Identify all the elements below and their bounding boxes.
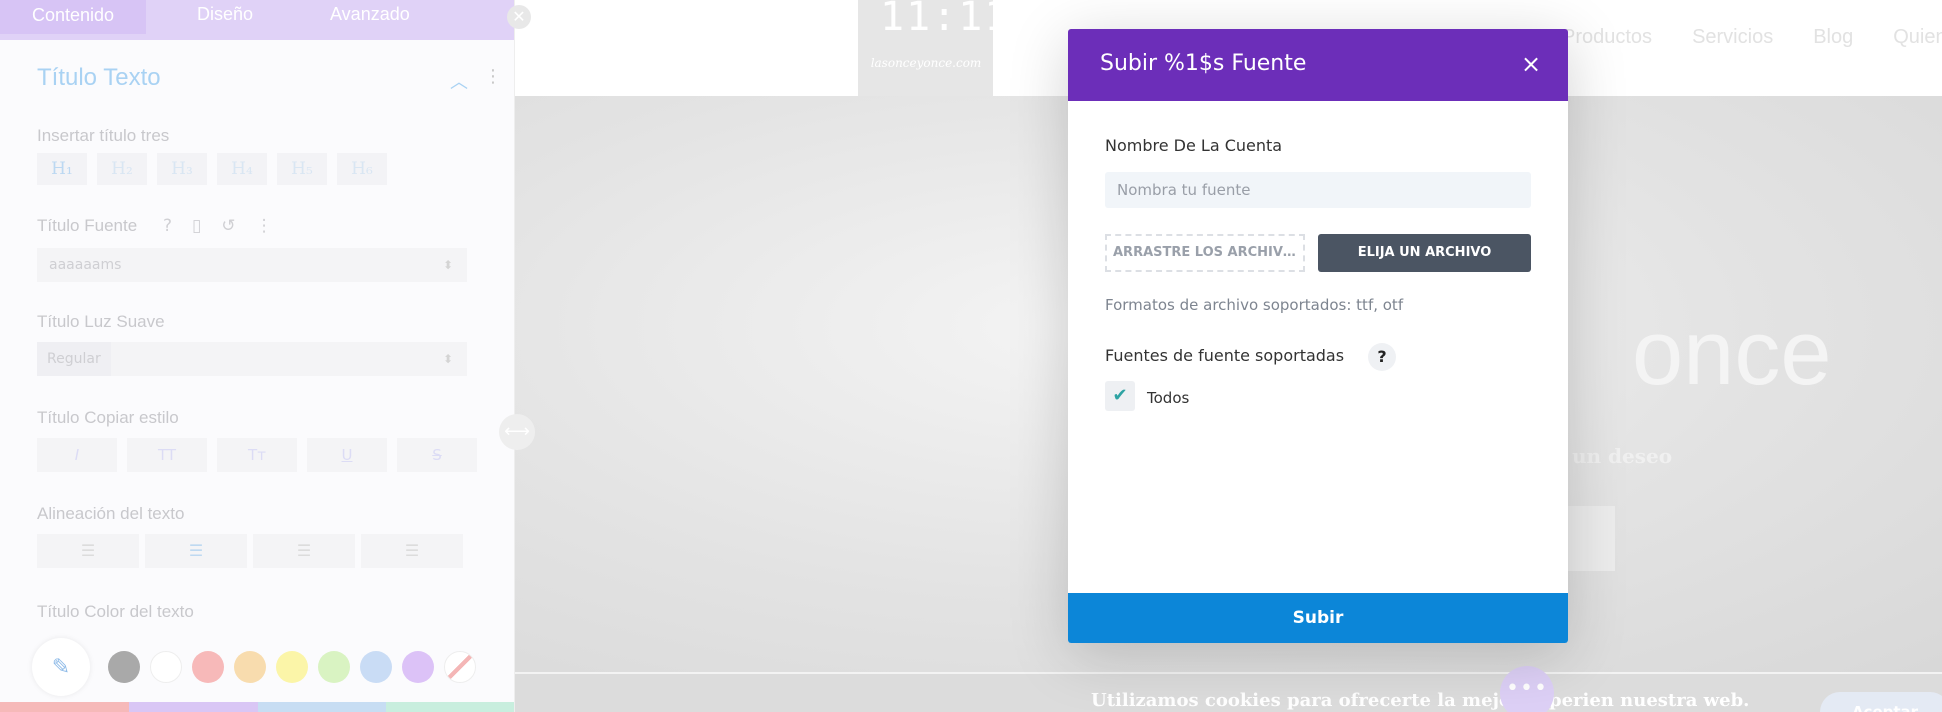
align-justify-icon[interactable]: ☰ (361, 534, 463, 568)
footer-strip-green[interactable] (386, 702, 514, 712)
hero-title: once (1632, 302, 1832, 404)
cookie-bar: Utilizamos cookies para ofrecerte la mej… (515, 672, 1942, 712)
heading-level-buttons: H₁ H₂ H₃ H₄ H₅ H₆ (37, 153, 387, 185)
checkbox-todos[interactable]: ✔ (1105, 381, 1135, 411)
weight-select-value: Regular (37, 342, 111, 376)
footer-strip-blue[interactable] (257, 702, 387, 712)
align-center-icon[interactable]: ☰ (145, 534, 247, 568)
modal-title: Subir %1$s Fuente (1100, 51, 1307, 76)
nav-item-quienes[interactable]: Quiene (1893, 26, 1942, 49)
check-icon: ✔ (1112, 385, 1128, 406)
heading-button-h5[interactable]: H₅ (277, 153, 327, 185)
logo-text: lasonceyonce.com (870, 56, 982, 70)
swatch-yellow[interactable] (276, 651, 308, 683)
settings-panel: Contenido Diseño Avanzado Título Texto ︿… (0, 0, 515, 712)
modal-header: Subir %1$s Fuente × (1068, 29, 1568, 101)
more-options-icon[interactable]: ⋮ (256, 216, 273, 236)
logo-mark: 11:11 (880, 0, 1011, 40)
panel-footer-strip (0, 702, 514, 712)
font-select[interactable]: aaaaaams ⬍ (37, 248, 467, 282)
heading-button-h1[interactable]: H₁ (37, 153, 87, 185)
footer-strip-purple[interactable] (128, 702, 258, 712)
swatch-blue[interactable] (360, 651, 392, 683)
weight-label: Título Luz Suave (37, 312, 165, 331)
italic-button[interactable]: I (37, 438, 117, 472)
tab-avanzado[interactable]: Avanzado (330, 4, 410, 25)
nav-item-productos[interactable]: Productos (1562, 26, 1652, 49)
color-swatches: ✎ (32, 638, 476, 696)
uppercase-button[interactable]: TT (127, 438, 207, 472)
font-label: Título Fuente (37, 216, 138, 235)
align-right-icon[interactable]: ☰ (253, 534, 355, 568)
checkbox-todos-label[interactable]: Todos (1147, 389, 1189, 407)
panel-tabs: Contenido Diseño Avanzado (0, 0, 514, 40)
choose-file-button[interactable]: ELIJA UN ARCHIVO (1318, 234, 1531, 272)
cookie-text: Utilizamos cookies para ofrecerte la mej… (1091, 690, 1750, 711)
font-name-input[interactable] (1105, 172, 1531, 208)
heading-button-h6[interactable]: H₆ (337, 153, 387, 185)
supported-formats-text: Formatos de archivo soportados: ttf, otf (1105, 296, 1404, 314)
font-option-icons: ? ▯ ↺ ⋮ (163, 216, 273, 236)
swatch-red[interactable] (192, 651, 224, 683)
font-style-buttons: I TT Tт U S (37, 438, 477, 472)
help-icon[interactable]: ? (163, 216, 172, 236)
close-icon[interactable]: ✕ (507, 5, 531, 29)
text-color-label: Título Color del texto (37, 602, 194, 621)
eyedropper-icon[interactable]: ✎ (32, 638, 90, 696)
site-nav: Productos Servicios Blog Quiene (1562, 26, 1942, 49)
underline-button[interactable]: U (307, 438, 387, 472)
nav-item-blog[interactable]: Blog (1813, 26, 1853, 49)
submit-button[interactable]: Subir (1068, 593, 1568, 643)
select-arrows-icon: ⬍ (442, 352, 453, 366)
upload-font-modal: Subir %1$s Fuente × Nombre De La Cuenta … (1068, 29, 1568, 643)
weight-select[interactable]: Regular ⬍ (37, 342, 467, 376)
font-select-value: aaaaaams (49, 257, 122, 273)
accept-cookies-button[interactable]: Aceptar (1820, 692, 1942, 712)
font-name-label: Nombre De La Cuenta (1105, 136, 1283, 155)
style-label: Título Copiar estilo (37, 408, 179, 427)
section-title[interactable]: Título Texto (37, 64, 161, 92)
file-drop-zone[interactable]: ARRASTRE LOS ARCHIVOS AQUÍ (1105, 234, 1305, 272)
tab-diseno[interactable]: Diseño (197, 4, 253, 25)
heading-button-h3[interactable]: H₃ (157, 153, 207, 185)
more-dots-icon[interactable]: ••• (1500, 666, 1554, 712)
footer-strip-red[interactable] (0, 702, 129, 712)
tab-contenido[interactable]: Contenido (0, 0, 147, 34)
swatch-none[interactable] (444, 651, 476, 683)
site-logo[interactable]: 11:11 lasonceyonce.com (858, 0, 1011, 96)
close-icon[interactable]: × (1516, 49, 1546, 79)
hero-subtitle: un deseo (1572, 444, 1673, 468)
supported-styles-label: Fuentes de fuente soportadas (1105, 346, 1345, 365)
resize-handle-icon[interactable]: ⟷ (499, 414, 535, 450)
reset-icon[interactable]: ↺ (221, 216, 235, 236)
swatch-gray[interactable] (108, 651, 140, 683)
align-label: Alineación del texto (37, 504, 185, 523)
nav-item-servicios[interactable]: Servicios (1692, 26, 1773, 49)
capitalize-button[interactable]: Tт (217, 438, 297, 472)
swatch-green[interactable] (318, 651, 350, 683)
select-arrows-icon: ⬍ (442, 258, 453, 272)
swatch-purple[interactable] (402, 651, 434, 683)
swatch-orange[interactable] (234, 651, 266, 683)
help-icon[interactable]: ? (1368, 343, 1396, 371)
strikethrough-button[interactable]: S (397, 438, 477, 472)
mobile-icon[interactable]: ▯ (192, 216, 201, 236)
align-left-icon[interactable]: ☰ (37, 534, 139, 568)
heading-level-label: Insertar título tres (37, 126, 170, 145)
text-align-buttons: ☰ ☰ ☰ ☰ (37, 534, 463, 568)
heading-button-h4[interactable]: H₄ (217, 153, 267, 185)
swatch-white[interactable] (150, 651, 182, 683)
more-options-icon[interactable]: ⋮ (484, 66, 502, 87)
heading-button-h2[interactable]: H₂ (97, 153, 147, 185)
chevron-up-icon[interactable]: ︿ (450, 68, 468, 94)
